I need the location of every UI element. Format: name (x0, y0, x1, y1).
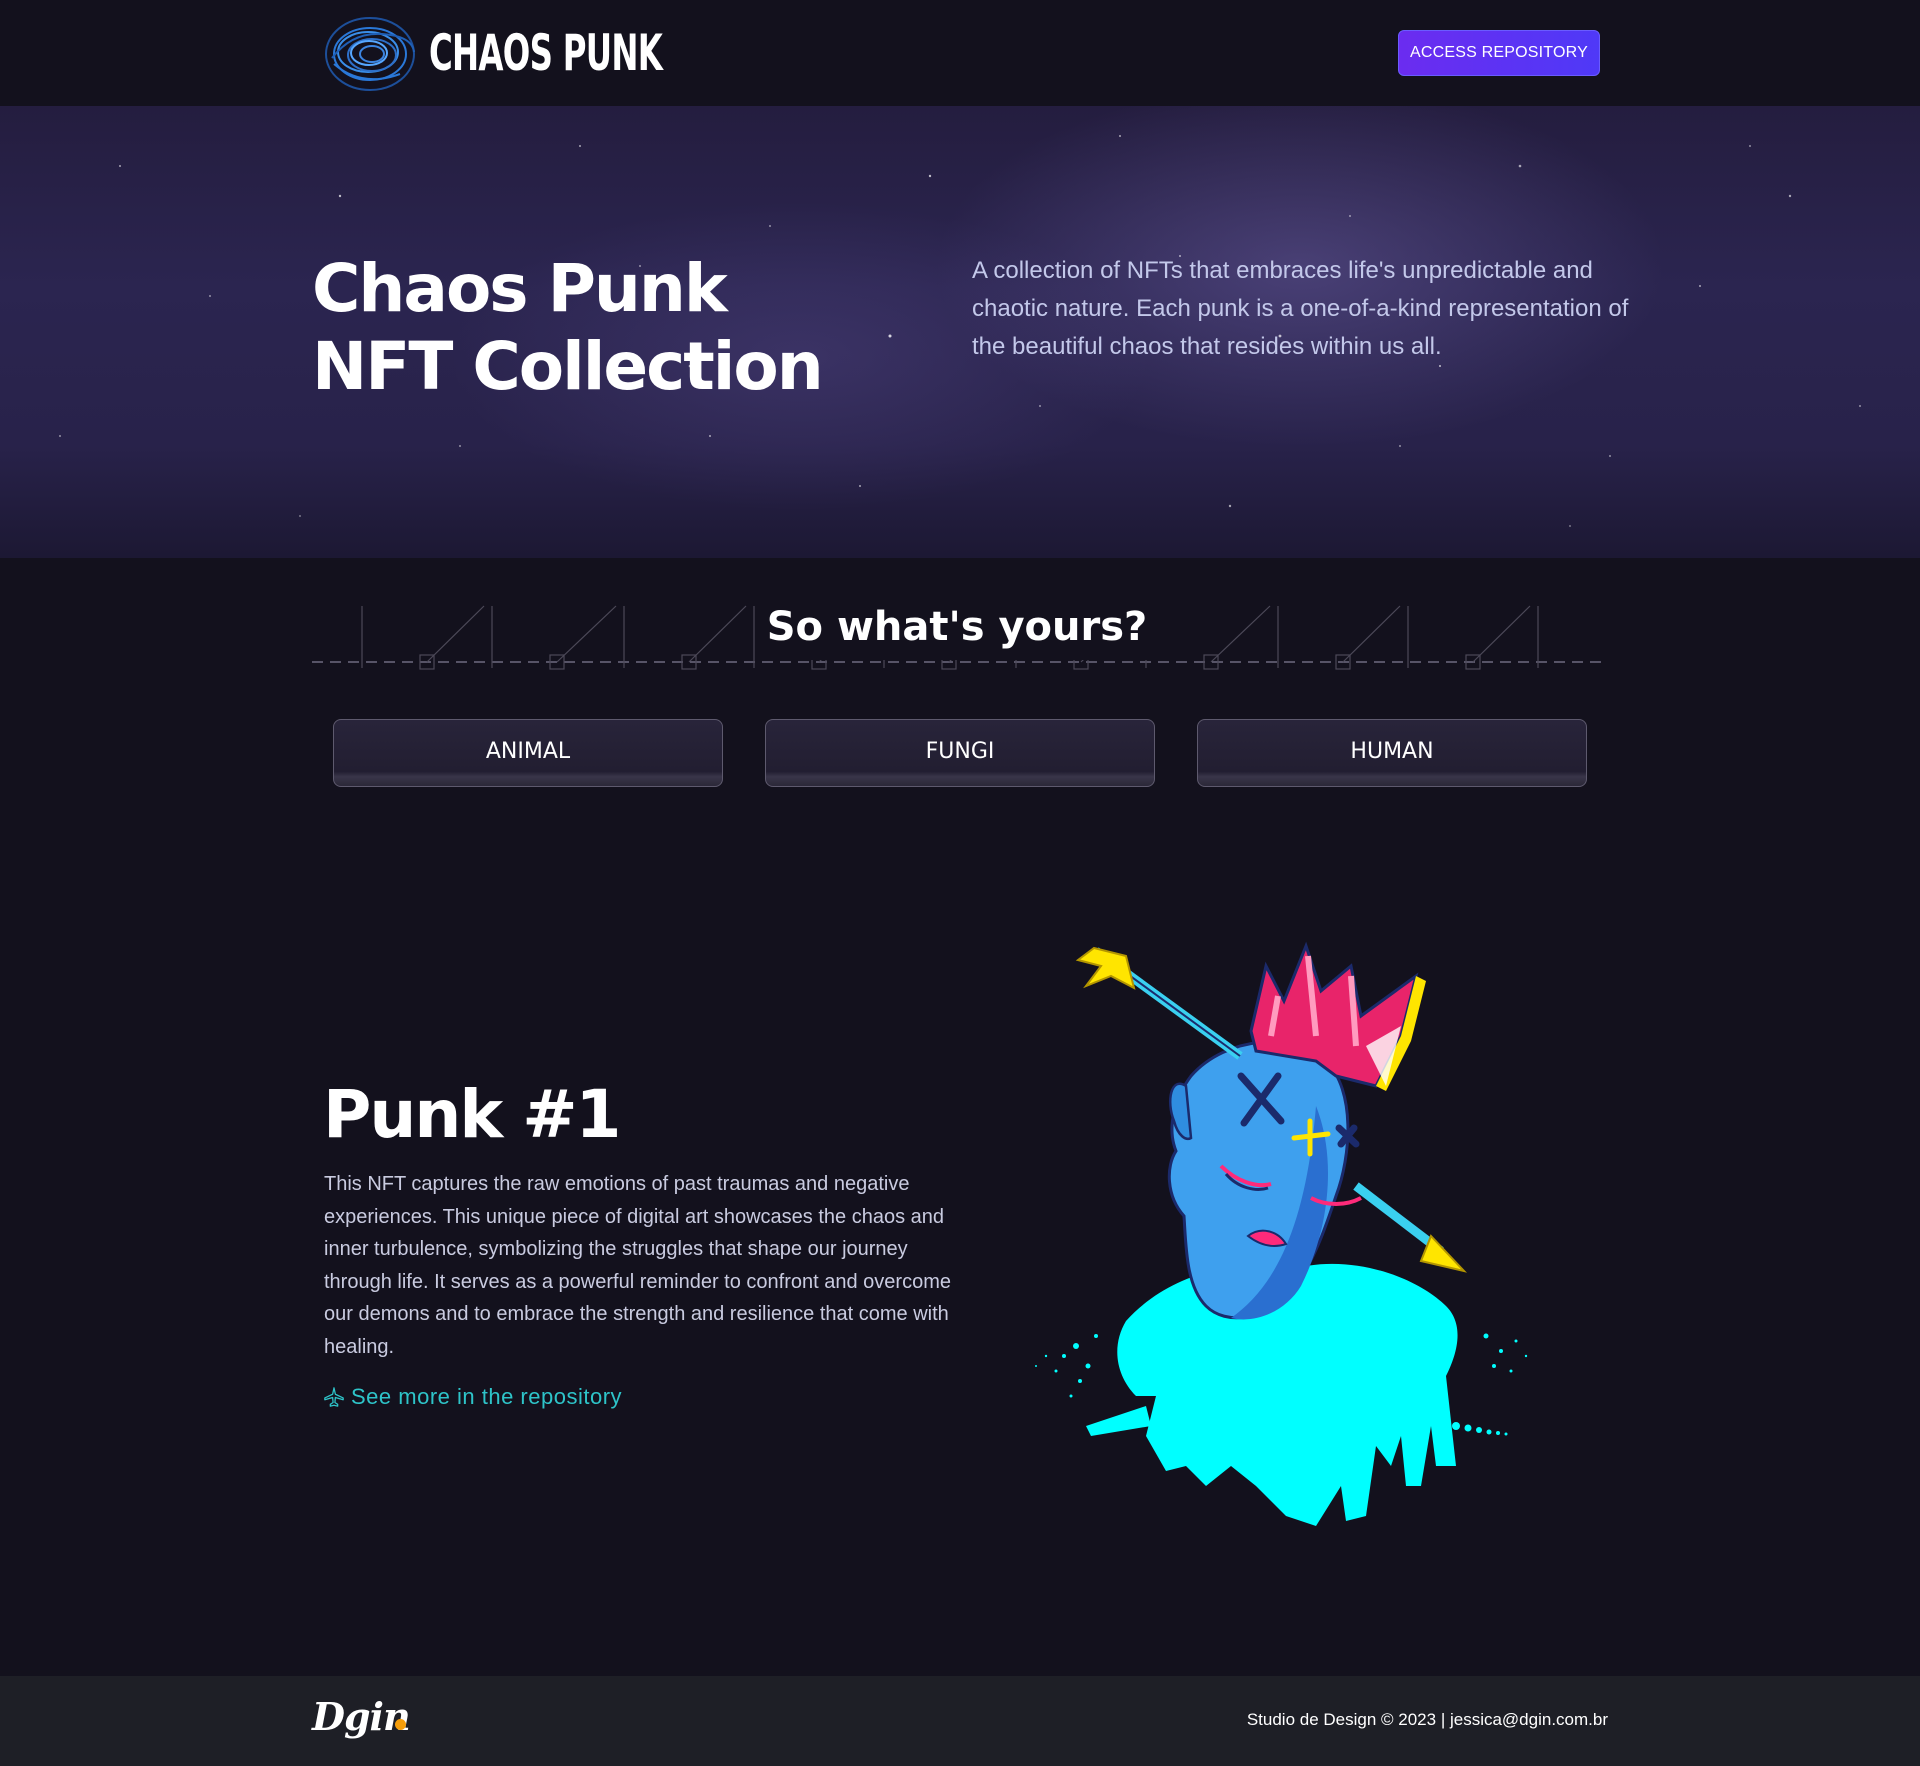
footer-logo[interactable]: Dgin (312, 1694, 411, 1739)
hero-title-line1: Chaos Punk (312, 250, 728, 327)
chaos-punk-logo[interactable]: CHAOS PUNK (322, 12, 663, 96)
site-header: CHAOS PUNK ACCESS REPOSITORY (0, 0, 1920, 106)
punk-description: This NFT captures the raw emotions of pa… (324, 1173, 951, 1358)
site-footer: Dgin Studio de Design © 2023 | jessica@d… (0, 1676, 1920, 1766)
hero-description: A collection of NFTs that embraces life'… (972, 257, 1629, 360)
footer-copyright: Studio de Design © 2023 | jessica@dgin.c… (1246, 1710, 1608, 1729)
access-repository-button[interactable]: ACCESS REPOSITORY (1398, 30, 1600, 76)
punk-illustration (1035, 941, 1528, 1526)
footer-logo-dot-icon (395, 1719, 406, 1730)
airplane-icon (324, 1387, 344, 1407)
category-human-button[interactable]: HUMAN (1197, 719, 1587, 787)
hero-title-line2: NFT Collection (312, 328, 824, 405)
repository-link-label: See more in the repository (351, 1384, 623, 1409)
category-fungi-button[interactable]: FUNGI (765, 719, 1155, 787)
repository-link[interactable]: See more in the repository (323, 1382, 622, 1412)
hero-banner: Chaos Punk NFT Collection A collection o… (0, 106, 1920, 558)
category-animal-button[interactable]: ANIMAL (333, 719, 723, 787)
punk-title: Punk #1 (323, 1076, 621, 1153)
starfield-background (59, 135, 1861, 527)
logo-text: CHAOS PUNK (429, 24, 663, 82)
section-title: So what's yours? (766, 604, 1148, 650)
scribble-logo-icon (325, 17, 415, 91)
hero-title: Chaos Punk NFT Collection (312, 250, 824, 406)
